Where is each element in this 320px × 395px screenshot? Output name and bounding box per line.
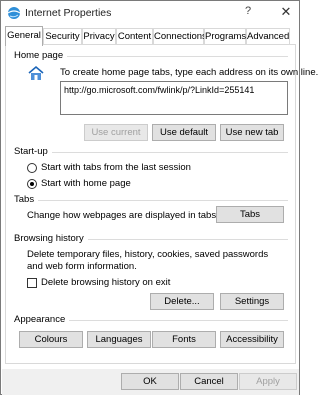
languages-button[interactable]: Languages [87, 331, 151, 348]
fonts-button[interactable]: Fonts [152, 331, 216, 348]
appearance-group-label: Appearance [14, 314, 70, 325]
accessibility-button[interactable]: Accessibility [220, 331, 284, 348]
history-settings-button[interactable]: Settings [220, 293, 284, 310]
home-page-url-field[interactable]: http://go.microsoft.com/fwlink/p/?LinkId… [60, 81, 288, 115]
home-house-icon [28, 65, 44, 80]
last-session-label: Start with tabs from the last session [41, 162, 191, 173]
window-title: Internet Properties [25, 7, 112, 19]
dialog-button-bar: OK Cancel Apply [2, 369, 299, 395]
tab-connections[interactable]: Connections [153, 28, 207, 45]
home-page-group-label: Home page [14, 50, 68, 61]
use-current-button[interactable]: Use current [84, 124, 148, 141]
use-new-tab-button[interactable]: Use new tab [220, 124, 284, 141]
internet-properties-dialog: Internet Properties ? ✕ General Security… [0, 0, 318, 395]
tab-strip: General Security Privacy Content Connect… [5, 26, 297, 46]
delete-on-exit-checkbox[interactable] [27, 278, 37, 288]
browsing-history-description: Delete temporary files, history, cookies… [27, 249, 269, 272]
startup-group-label: Start-up [14, 146, 52, 157]
title-bar: Internet Properties ? ✕ [1, 1, 299, 25]
internet-globe-icon [7, 7, 21, 19]
home-page-option-label: Start with home page [41, 178, 131, 189]
delete-history-button[interactable]: Delete... [150, 293, 214, 310]
help-button[interactable]: ? [241, 5, 255, 17]
close-button[interactable]: ✕ [279, 4, 293, 20]
colours-button[interactable]: Colours [19, 331, 83, 348]
tab-general[interactable]: General [5, 26, 43, 46]
tabs-divider [14, 200, 288, 201]
tabs-group-label: Tabs [14, 194, 39, 205]
tab-programs[interactable]: Programs [204, 28, 246, 45]
tab-content[interactable]: Content [116, 28, 153, 45]
startup-divider [14, 152, 288, 153]
home-page-instruction: To create home page tabs, type each addr… [60, 67, 319, 78]
browsing-history-group-label: Browsing history [14, 233, 88, 244]
delete-on-exit-label: Delete browsing history on exit [41, 277, 171, 288]
home-page-url-text: http://go.microsoft.com/fwlink/p/?LinkId… [64, 85, 255, 95]
general-tab-panel: Home page To create home page tabs, type… [5, 44, 318, 364]
tab-security[interactable]: Security [43, 28, 82, 45]
use-default-button[interactable]: Use default [152, 124, 216, 141]
tabs-button[interactable]: Tabs [216, 206, 284, 223]
radio-last-session[interactable] [27, 163, 37, 173]
apply-button[interactable]: Apply [239, 373, 297, 390]
ok-button[interactable]: OK [121, 373, 179, 390]
tab-privacy[interactable]: Privacy [82, 28, 116, 45]
tab-advanced[interactable]: Advanced [246, 28, 290, 45]
tabs-description: Change how webpages are displayed in tab… [27, 210, 219, 221]
radio-home-page[interactable] [27, 179, 37, 189]
cancel-button[interactable]: Cancel [180, 373, 238, 390]
